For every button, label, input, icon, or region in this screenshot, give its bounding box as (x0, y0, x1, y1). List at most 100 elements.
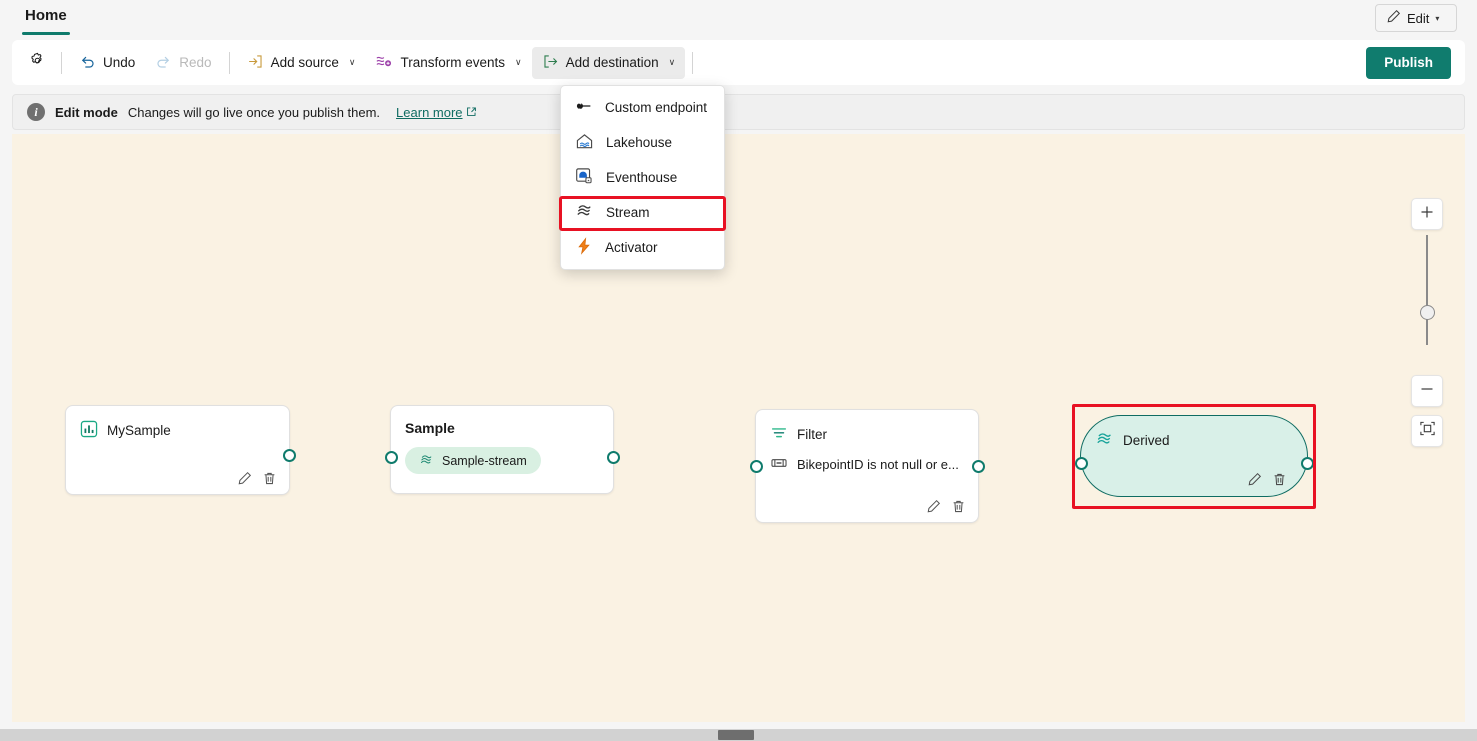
node-mysample-title: MySample (107, 423, 171, 438)
lakehouse-icon (575, 133, 594, 153)
menu-item-label: Activator (605, 240, 658, 255)
edit-mode-label: Edit (1407, 11, 1429, 26)
menu-item-label: Custom endpoint (605, 100, 707, 115)
node-mysample-actions (237, 471, 277, 486)
activator-icon (575, 237, 593, 258)
bar-chart-icon (80, 420, 98, 441)
toolbar-separator (692, 52, 693, 74)
port-output[interactable] (607, 451, 620, 464)
transform-events-label: Transform events (400, 55, 505, 70)
redo-label: Redo (179, 55, 211, 70)
port-input[interactable] (750, 460, 763, 473)
node-sample[interactable]: Sample Sample-stream (390, 405, 614, 494)
undo-icon (79, 53, 96, 73)
zoom-out-button-surface[interactable] (1411, 375, 1443, 407)
custom-endpoint-icon (575, 98, 593, 117)
filter-condition-row: BikepointID is not null or e... (756, 445, 978, 475)
redo-button[interactable]: Redo (145, 47, 221, 79)
external-link-icon (466, 105, 477, 120)
toolbar-separator (61, 52, 62, 74)
toolbar: Undo Redo Add source ∨ (12, 40, 1465, 85)
condition-icon (770, 454, 788, 475)
chevron-down-icon: ∨ (349, 57, 356, 68)
menu-item-label: Eventhouse (606, 170, 677, 185)
stream-icon (575, 202, 594, 223)
tab-home-underline (22, 32, 70, 35)
add-source-icon (247, 53, 264, 73)
delete-icon[interactable] (262, 471, 277, 486)
eventstream-editor: Home Edit ▾ (0, 0, 1477, 741)
edit-mode-infobar: i Edit mode Changes will go live once yo… (12, 94, 1465, 130)
publish-button[interactable]: Publish (1366, 47, 1451, 79)
minus-icon (1419, 381, 1435, 402)
chevron-down-icon: ∨ (669, 57, 676, 68)
zoom-slider-track[interactable] (1426, 235, 1428, 345)
zoom-slider-thumb[interactable] (1420, 305, 1435, 320)
learn-more-label: Learn more (396, 105, 462, 120)
node-filter-title: Filter (797, 427, 827, 442)
node-sample-title: Sample (405, 420, 455, 436)
add-source-button[interactable]: Add source ∨ (237, 47, 366, 79)
eventhouse-icon (575, 167, 594, 188)
zoom-in-button[interactable] (1411, 198, 1443, 230)
node-sample-header: Sample (391, 406, 613, 438)
edit-mode-title: Edit mode (55, 105, 118, 120)
pencil-icon (1386, 9, 1401, 27)
fit-to-screen-button-surface[interactable] (1411, 415, 1443, 447)
port-output[interactable] (283, 449, 296, 462)
edit-mode-button[interactable]: Edit ▾ (1375, 4, 1457, 32)
add-destination-button[interactable]: Add destination ∨ (532, 47, 686, 79)
chevron-down-icon: ∨ (515, 57, 522, 68)
zoom-out-button[interactable] (1411, 375, 1443, 407)
toolbar-separator (229, 52, 230, 74)
horizontal-scrollbar[interactable] (0, 729, 1477, 741)
menu-item-stream[interactable]: Stream (561, 195, 724, 230)
delete-icon[interactable] (951, 499, 966, 514)
sample-stream-pill[interactable]: Sample-stream (405, 447, 541, 474)
settings-button[interactable] (20, 47, 54, 79)
redo-icon (155, 53, 172, 73)
menu-item-eventhouse[interactable]: Eventhouse (561, 160, 724, 195)
sample-stream-label: Sample-stream (442, 454, 527, 468)
horizontal-scrollbar-thumb[interactable] (718, 730, 754, 740)
zoom-in-button-surface[interactable] (1411, 198, 1443, 230)
transform-events-button[interactable]: Transform events ∨ (365, 47, 531, 79)
tab-home[interactable]: Home (20, 5, 72, 31)
port-output[interactable] (972, 460, 985, 473)
add-destination-menu[interactable]: Custom endpoint Lakehouse (560, 85, 725, 270)
edit-icon[interactable] (926, 499, 941, 514)
node-filter[interactable]: Filter BikepointID is not null or e... (755, 409, 979, 523)
menu-item-label: Lakehouse (606, 135, 672, 150)
edit-mode-message: Changes will go live once you publish th… (128, 105, 380, 120)
fit-to-screen-button[interactable] (1411, 415, 1443, 447)
node-mysample-header: MySample (66, 406, 289, 441)
canvas-edges (12, 134, 312, 284)
node-mysample[interactable]: MySample (65, 405, 290, 495)
transform-events-icon (375, 52, 393, 73)
undo-button[interactable]: Undo (69, 47, 145, 79)
gear-icon (29, 52, 46, 74)
tab-strip: Home Edit ▾ (0, 0, 1477, 36)
selection-highlight-derived (1072, 404, 1316, 509)
node-filter-actions (926, 499, 966, 514)
add-destination-icon (542, 53, 559, 73)
eventstream-canvas[interactable]: MySample Sample (12, 134, 1465, 722)
add-source-label: Add source (271, 55, 339, 70)
fit-to-screen-icon (1419, 420, 1436, 442)
menu-item-activator[interactable]: Activator (561, 230, 724, 265)
menu-item-lakehouse[interactable]: Lakehouse (561, 125, 724, 160)
edit-icon[interactable] (237, 471, 252, 486)
learn-more-link[interactable]: Learn more (396, 105, 476, 120)
menu-item-custom-endpoint[interactable]: Custom endpoint (561, 90, 724, 125)
plus-icon (1419, 204, 1435, 225)
port-input[interactable] (385, 451, 398, 464)
stream-icon (419, 452, 434, 470)
filter-condition-label: BikepointID is not null or e... (797, 457, 959, 472)
add-destination-label: Add destination (566, 55, 659, 70)
node-filter-header: Filter (756, 410, 978, 445)
undo-label: Undo (103, 55, 135, 70)
menu-item-label: Stream (606, 205, 650, 220)
chevron-down-icon: ▾ (1435, 14, 1439, 23)
info-icon: i (27, 103, 45, 121)
filter-icon (770, 424, 788, 445)
